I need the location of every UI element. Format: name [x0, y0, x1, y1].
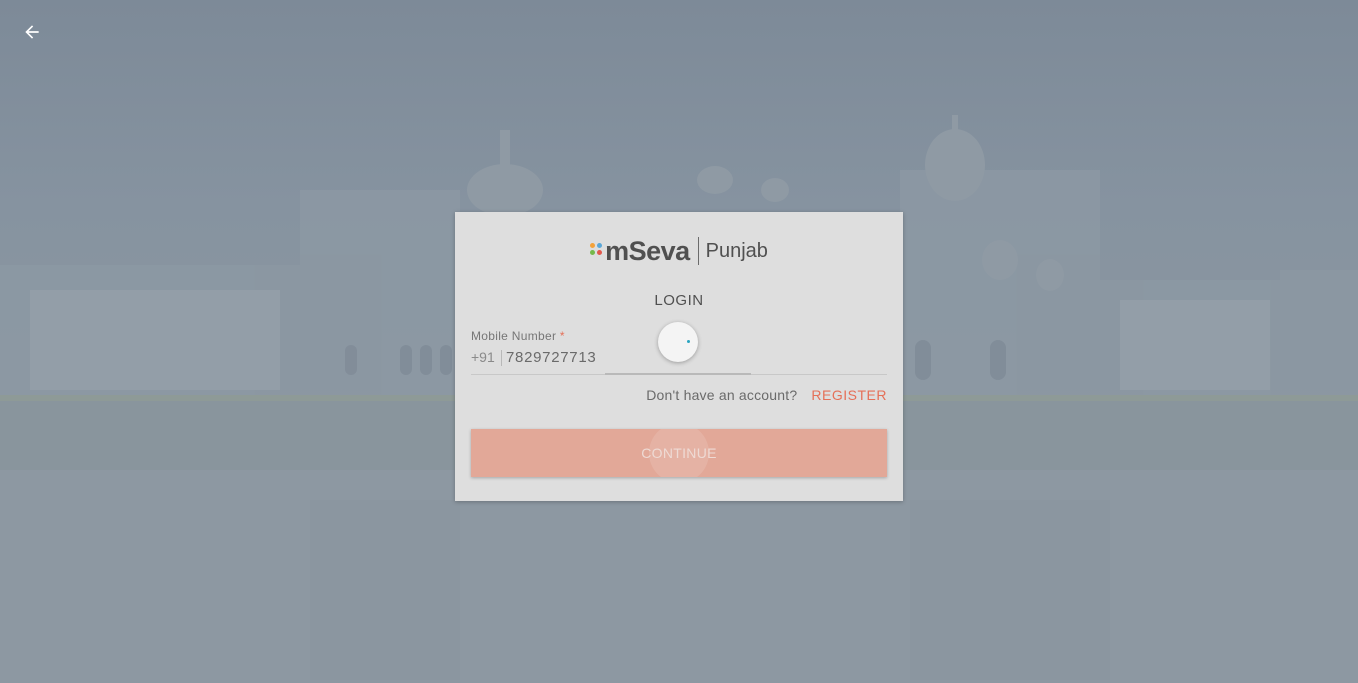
mobile-number-label: Mobile Number *	[471, 329, 565, 343]
logo-dots-icon	[590, 243, 603, 255]
page-title: LOGIN	[654, 292, 704, 309]
brand-name: mSeva	[605, 235, 690, 266]
continue-button[interactable]: CONTINUE	[471, 429, 887, 477]
register-prompt: Don't have an account? REGISTER	[646, 387, 887, 403]
loading-spinner	[658, 322, 698, 362]
back-button[interactable]	[16, 16, 48, 48]
prefix-divider	[501, 350, 502, 366]
no-account-text: Don't have an account?	[646, 387, 798, 403]
input-focus-underline	[605, 373, 751, 375]
required-marker: *	[559, 329, 565, 343]
mobile-label-text: Mobile Number	[471, 329, 557, 343]
app-logo: mSeva Punjab	[455, 236, 903, 266]
register-link[interactable]: REGISTER	[811, 387, 887, 403]
logo-divider	[697, 237, 699, 265]
arrow-left-icon	[25, 25, 39, 39]
login-card: mSeva Punjab LOGIN Mobile Number * +91 D…	[455, 212, 903, 501]
country-code-prefix: +91	[471, 349, 495, 365]
state-name: Punjab	[705, 239, 768, 262]
continue-label: CONTINUE	[641, 445, 717, 461]
spinner-indicator	[687, 340, 690, 343]
